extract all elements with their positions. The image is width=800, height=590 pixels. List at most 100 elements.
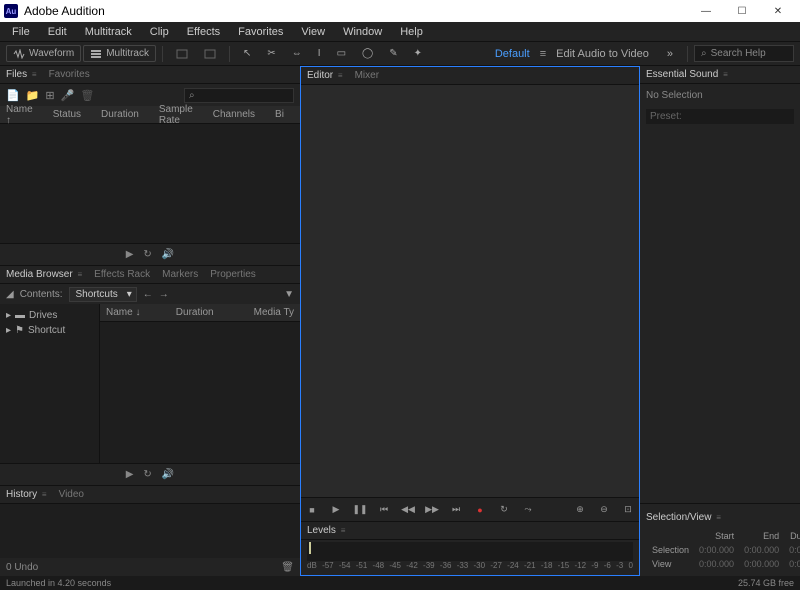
rewind-button[interactable]: ◀◀ — [400, 502, 416, 518]
menu-view[interactable]: View — [293, 24, 333, 40]
workspace-menu-icon[interactable]: ≡ — [540, 48, 546, 60]
open-folder-icon[interactable]: 📁 — [26, 89, 40, 102]
history-list[interactable] — [0, 504, 300, 558]
tree-item-drives[interactable]: ▸ ▬ Drives — [4, 308, 95, 323]
menu-effects[interactable]: Effects — [179, 24, 228, 40]
next-button[interactable]: ⏭ — [448, 502, 464, 518]
tab-properties[interactable]: Properties — [210, 267, 256, 282]
sel-start[interactable]: 0:00.000 — [695, 544, 738, 556]
workspace-default[interactable]: Default — [487, 46, 538, 62]
play-button[interactable]: ▶ — [328, 502, 344, 518]
menu-window[interactable]: Window — [335, 24, 390, 40]
tool-marquee-button[interactable]: ▭ — [330, 45, 353, 62]
multitrack-view-button[interactable]: Multitrack — [83, 45, 156, 62]
files-toolbar: 📄 📁 ⊞ 🎤 🗑 ⌕ — [0, 84, 300, 106]
files-play-button[interactable]: ▶ — [126, 249, 134, 260]
tool-slip-button[interactable]: ⇔ — [285, 45, 309, 62]
files-list-area[interactable] — [0, 124, 300, 243]
files-column-header[interactable]: Name ↑ Status Duration Sample Rate Chann… — [0, 106, 300, 124]
view-duration[interactable]: 0:00.000 — [785, 558, 800, 570]
tab-mixer[interactable]: Mixer — [355, 68, 379, 83]
tab-video[interactable]: Video — [59, 487, 84, 502]
new-file-icon[interactable]: ⊞ — [45, 89, 54, 102]
media-column-header[interactable]: Name ↓ Duration Media Ty — [100, 304, 300, 322]
tool-time-button[interactable]: I — [311, 45, 328, 62]
tool-move-button[interactable]: ↖ — [236, 45, 258, 62]
media-tree[interactable]: ▸ ▬ Drives ▸ ⚑ Shortcut — [0, 304, 100, 463]
media-loop-button[interactable]: ↻ — [143, 469, 151, 480]
fast-forward-button[interactable]: ▶▶ — [424, 502, 440, 518]
pause-button[interactable]: ❚❚ — [352, 502, 368, 518]
tool-spectral-button[interactable] — [169, 46, 195, 62]
tab-editor[interactable]: Editor ≡ — [307, 68, 343, 83]
files-loop-button[interactable]: ↻ — [143, 249, 151, 260]
levels-meter[interactable] — [307, 542, 633, 561]
tab-media-browser[interactable]: Media Browser ≡ — [6, 267, 82, 282]
delete-file-icon[interactable]: 🗑 — [80, 89, 94, 102]
minimize-button[interactable]: — — [688, 1, 724, 21]
sel-end[interactable]: 0:00.000 — [740, 544, 783, 556]
files-autoplay-button[interactable]: 🔊 — [162, 249, 174, 260]
filter-icon[interactable]: ▼ — [284, 289, 294, 300]
zoom-out-button[interactable]: ⊖ — [596, 502, 612, 518]
time-icon: I — [318, 48, 321, 59]
media-autoplay-button[interactable]: 🔊 — [162, 469, 174, 480]
workspace-edit-audio[interactable]: Edit Audio to Video — [548, 46, 657, 62]
workspace-expand[interactable]: » — [659, 46, 681, 62]
skip-button[interactable]: ⤳ — [520, 502, 536, 518]
preset-dropdown[interactable]: Preset: — [646, 109, 794, 124]
search-icon: ⌕ — [701, 48, 707, 59]
table-row: Selection0:00.0000:00.0000:00.000 — [648, 544, 800, 556]
trash-icon[interactable]: 🗑 — [281, 562, 294, 573]
menu-file[interactable]: File — [4, 24, 38, 40]
prev-button[interactable]: ⏮ — [376, 502, 392, 518]
main-layout: Files ≡ Favorites 📄 📁 ⊞ 🎤 🗑 ⌕ Name ↑ Sta… — [0, 66, 800, 576]
tab-effects-rack[interactable]: Effects Rack — [94, 267, 150, 282]
tool-razor-button[interactable]: ✂ — [260, 45, 282, 62]
levels-panel: Levels ≡ dB-57-54-51-48-45-42-39-36-33-3… — [301, 521, 639, 575]
forward-button[interactable]: → — [159, 289, 169, 300]
maximize-button[interactable]: ☐ — [724, 1, 760, 21]
open-file-icon[interactable]: 📄 — [6, 89, 20, 102]
menu-multitrack[interactable]: Multitrack — [77, 24, 140, 40]
search-help-input[interactable]: ⌕ Search Help — [694, 45, 794, 62]
tool-lasso-button[interactable]: ◯ — [355, 45, 380, 62]
tab-history[interactable]: History ≡ — [6, 487, 47, 502]
files-search-input[interactable]: ⌕ — [184, 88, 294, 103]
editor-canvas[interactable] — [301, 85, 639, 497]
menu-favorites[interactable]: Favorites — [230, 24, 291, 40]
tab-levels[interactable]: Levels ≡ — [307, 523, 345, 538]
loop-button[interactable]: ↻ — [496, 502, 512, 518]
tab-selection-view[interactable]: Selection/View ≡ — [646, 510, 721, 525]
tab-files[interactable]: Files ≡ — [6, 67, 37, 82]
media-list-area[interactable] — [100, 322, 300, 463]
menu-clip[interactable]: Clip — [142, 24, 177, 40]
preview-icon — [204, 49, 216, 59]
stop-button[interactable]: ■ — [304, 502, 320, 518]
tool-heal-button[interactable]: ✦ — [407, 45, 429, 62]
tab-essential-sound[interactable]: Essential Sound ≡ — [646, 67, 728, 82]
zoom-in-button[interactable]: ⊕ — [572, 502, 588, 518]
tab-markers[interactable]: Markers — [162, 267, 198, 282]
back-button[interactable]: ← — [143, 289, 153, 300]
record-file-icon[interactable]: 🎤 — [61, 89, 75, 102]
heal-icon: ✦ — [414, 48, 422, 59]
tree-item-shortcut[interactable]: ▸ ⚑ Shortcut — [4, 323, 95, 338]
record-button[interactable]: ● — [472, 502, 488, 518]
close-button[interactable]: ✕ — [760, 1, 796, 21]
no-selection-label: No Selection — [646, 90, 794, 101]
levels-scale: dB-57-54-51-48-45-42-39-36-33-30-27-24-2… — [301, 561, 639, 575]
waveform-view-button[interactable]: Waveform — [6, 45, 81, 62]
menu-help[interactable]: Help — [392, 24, 431, 40]
tab-favorites[interactable]: Favorites — [49, 67, 90, 82]
sel-duration[interactable]: 0:00.000 — [785, 544, 800, 556]
tool-brush-button[interactable]: ✎ — [382, 45, 404, 62]
view-end[interactable]: 0:00.000 — [740, 558, 783, 570]
view-start[interactable]: 0:00.000 — [695, 558, 738, 570]
contents-dropdown[interactable]: Shortcuts ▾ — [69, 287, 137, 302]
tool-preview-button[interactable] — [197, 46, 223, 62]
media-play-button[interactable]: ▶ — [126, 469, 134, 480]
zoom-full-button[interactable]: ⊡ — [620, 502, 636, 518]
menu-edit[interactable]: Edit — [40, 24, 75, 40]
drive-icon[interactable]: ◢ — [6, 289, 14, 300]
